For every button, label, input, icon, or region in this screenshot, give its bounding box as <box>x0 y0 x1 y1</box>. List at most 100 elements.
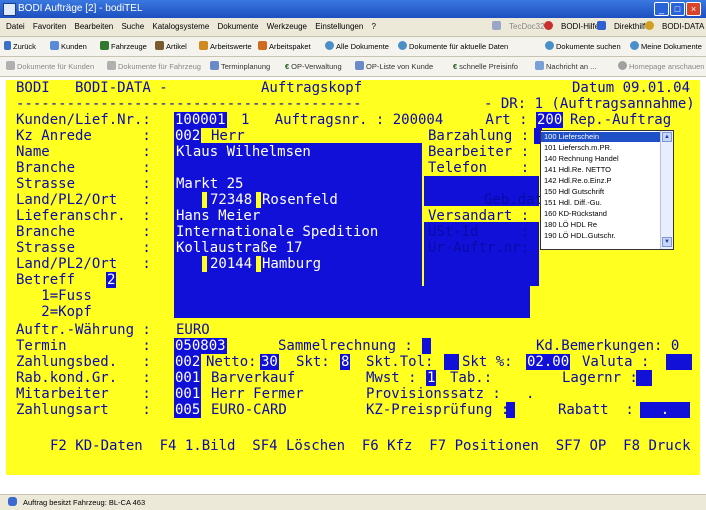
art-option[interactable]: 142 Hdl.Re.o.Einz.P <box>541 176 662 186</box>
arbeitswerte-button[interactable]: Arbeitswerte <box>199 37 252 56</box>
menu-dokumente[interactable]: Dokumente <box>218 18 259 36</box>
mwst-field[interactable]: 1 <box>426 370 437 386</box>
zahlungsbed-code-field[interactable]: 002 <box>174 354 202 370</box>
menu-favoriten[interactable]: Favoriten <box>33 18 66 36</box>
provision-value[interactable]: . <box>526 386 534 402</box>
preisinfo-button[interactable]: € schnelle Preisinfo <box>453 57 518 76</box>
valuta-field[interactable] <box>666 354 692 370</box>
maximize-button[interactable]: □ <box>670 2 685 16</box>
kunden-label: Kunden/Lief.Nr.: <box>16 112 151 128</box>
back-button[interactable]: Zurück <box>4 37 36 56</box>
rabkond-code-field[interactable]: 001 <box>174 370 202 386</box>
art-name: Rep.-Auftrag <box>570 112 672 128</box>
window-titlebar: BODI Aufträge [2] - bodiTEL _ □ × <box>0 0 706 18</box>
art-option[interactable]: 190 LÖ HDL.Gutschr. <box>541 231 662 241</box>
plz-value[interactable]: 72348 <box>210 192 252 208</box>
rabatt-field[interactable]: . <box>640 402 690 418</box>
workvalues-icon <box>199 41 208 50</box>
strasse-value[interactable]: Markt 25 <box>176 176 243 192</box>
menu-datei[interactable]: Datei <box>6 18 25 36</box>
art-option[interactable]: 151 Hdl. Diff.-Gu. <box>541 198 662 208</box>
mitarbeiter-code-field[interactable]: 001 <box>174 386 202 402</box>
homepage-button[interactable]: Homepage anschauen <box>618 57 704 76</box>
tab-label: Tab.: <box>450 370 493 386</box>
menu-suche[interactable]: Suche <box>121 18 144 36</box>
dropdown-scrollbar[interactable]: ▲ ▼ <box>660 131 673 249</box>
ort-value[interactable]: Rosenfeld <box>262 192 338 208</box>
package-icon <box>258 41 267 50</box>
ort2-value[interactable]: Hamburg <box>262 256 321 272</box>
menu-bearbeiten[interactable]: Bearbeiten <box>75 18 114 36</box>
art-option[interactable]: 141 Hdl.Re. NETTO <box>541 165 662 175</box>
car-status-icon <box>8 497 17 506</box>
lieferanschr-value[interactable]: Hans Meier <box>176 208 260 224</box>
betreff-option-1: 1=Fuss <box>16 288 92 304</box>
sktpct-field[interactable]: 02.00 <box>526 354 571 370</box>
kunden-button[interactable]: Kunden <box>50 37 87 56</box>
terminplanung-button[interactable]: Terminplanung <box>210 57 270 76</box>
tecdoc-button[interactable]: TecDoc32 <box>486 18 545 36</box>
fahrzeuge-button[interactable]: Fahrzeuge <box>100 37 147 56</box>
alle-dokumente-button[interactable]: Alle Dokumente <box>325 37 389 56</box>
art-option[interactable]: 100 Lieferschein <box>541 132 662 142</box>
kz-preispruefung-field[interactable] <box>506 402 515 418</box>
art-option[interactable]: 140 Rechnung Handel <box>541 154 662 164</box>
zahlungsart-label: Zahlungsart : <box>16 402 151 418</box>
sammelrechnung-field[interactable] <box>422 338 431 354</box>
strasse2-value[interactable]: Kollaustraße 17 <box>176 240 302 256</box>
op-liste-button[interactable]: OP-Liste von Kunde <box>355 57 433 76</box>
plz2-separator <box>256 256 261 272</box>
direct-help-icon <box>597 21 606 30</box>
customer-docs-icon <box>6 61 15 70</box>
termin-field[interactable]: 050803 <box>174 338 227 354</box>
branche2-value[interactable]: Internationale Spedition <box>176 224 378 240</box>
lagernr-field[interactable] <box>636 370 652 386</box>
sammelrechnung-label: Sammelrechnung : <box>278 338 413 354</box>
menu-einstellungen[interactable]: Einstellungen <box>315 18 363 36</box>
netto-field[interactable]: 30 <box>260 354 279 370</box>
barzahlung-label: Barzahlung : <box>428 128 530 144</box>
waehrung-value[interactable]: EURO <box>176 322 210 338</box>
scroll-up-icon[interactable]: ▲ <box>662 132 672 142</box>
skt-field[interactable]: 8 <box>340 354 351 370</box>
vehicle-docs-icon <box>107 61 116 70</box>
dokumente-kunden-button[interactable]: Dokumente für Kunden <box>6 57 94 76</box>
close-button[interactable]: × <box>686 2 701 16</box>
zahlungsart-code-field[interactable]: 005 <box>174 402 202 418</box>
sktpct-label: Skt %: <box>462 354 513 370</box>
menu-katalogsysteme[interactable]: Katalogsysteme <box>152 18 209 36</box>
betreff-field[interactable]: 2 <box>106 272 117 288</box>
function-key-bar[interactable]: F2 KD-Daten F4 1.Bild SF4 Löschen F6 Kfz… <box>50 438 691 454</box>
anrede-value: Herr <box>211 128 245 144</box>
scroll-down-icon[interactable]: ▼ <box>662 237 672 247</box>
art-option[interactable]: 101 Liefersch.m.PR. <box>541 143 662 153</box>
internet-button[interactable]: BODI-DATA im Internet <box>639 18 706 36</box>
minimize-button[interactable]: _ <box>654 2 669 16</box>
art-dropdown-list[interactable]: 100 Lieferschein 101 Liefersch.m.PR. 140… <box>540 130 674 250</box>
name-value[interactable]: Klaus Wilhelmsen <box>176 144 311 160</box>
art-option[interactable]: 160 KD-Rückstand <box>541 209 662 219</box>
plz2-value[interactable]: 20144 <box>210 256 252 272</box>
art-field[interactable]: 200 <box>536 112 564 128</box>
dokumente-fahrzeug-button[interactable]: Dokumente für Fahrzeug <box>107 57 201 76</box>
kd-bemerkungen: Kd.Bemerkungen: 0 <box>536 338 680 354</box>
art-option[interactable]: 180 LÖ HDL Re <box>541 220 662 230</box>
op-verwaltung-button[interactable]: € OP-Verwaltung <box>285 57 342 76</box>
terminal-screen: BODI BODI-DATA - Auftragskopf Datum 09.0… <box>6 80 700 475</box>
dokumente-suchen-button[interactable]: Dokumente suchen <box>545 37 621 56</box>
anrede-label: Kz Anrede : <box>16 128 151 144</box>
netto-label: Netto: <box>206 354 257 370</box>
kunden-nr-field[interactable]: 100001 <box>174 112 227 128</box>
menu-werkzeuge[interactable]: Werkzeuge <box>267 18 307 36</box>
waehrung-label: Auftr.-Währung : <box>16 322 151 338</box>
skttol-field[interactable] <box>444 354 459 370</box>
plz-separator <box>256 192 261 208</box>
meine-dokumente-button[interactable]: Meine Dokumente <box>630 37 702 56</box>
art-option[interactable]: 150 Hdl Gutschrift <box>541 187 662 197</box>
anrede-code-field[interactable]: 002 <box>174 128 202 144</box>
menu-help[interactable]: ? <box>372 18 376 36</box>
arbeitspaket-button[interactable]: Arbeitspaket <box>258 37 311 56</box>
nachricht-button[interactable]: Nachricht an ... <box>535 57 596 76</box>
dokumente-aktuell-button[interactable]: Dokumente für aktuelle Daten <box>398 37 508 56</box>
artikel-button[interactable]: Artikel <box>155 37 187 56</box>
